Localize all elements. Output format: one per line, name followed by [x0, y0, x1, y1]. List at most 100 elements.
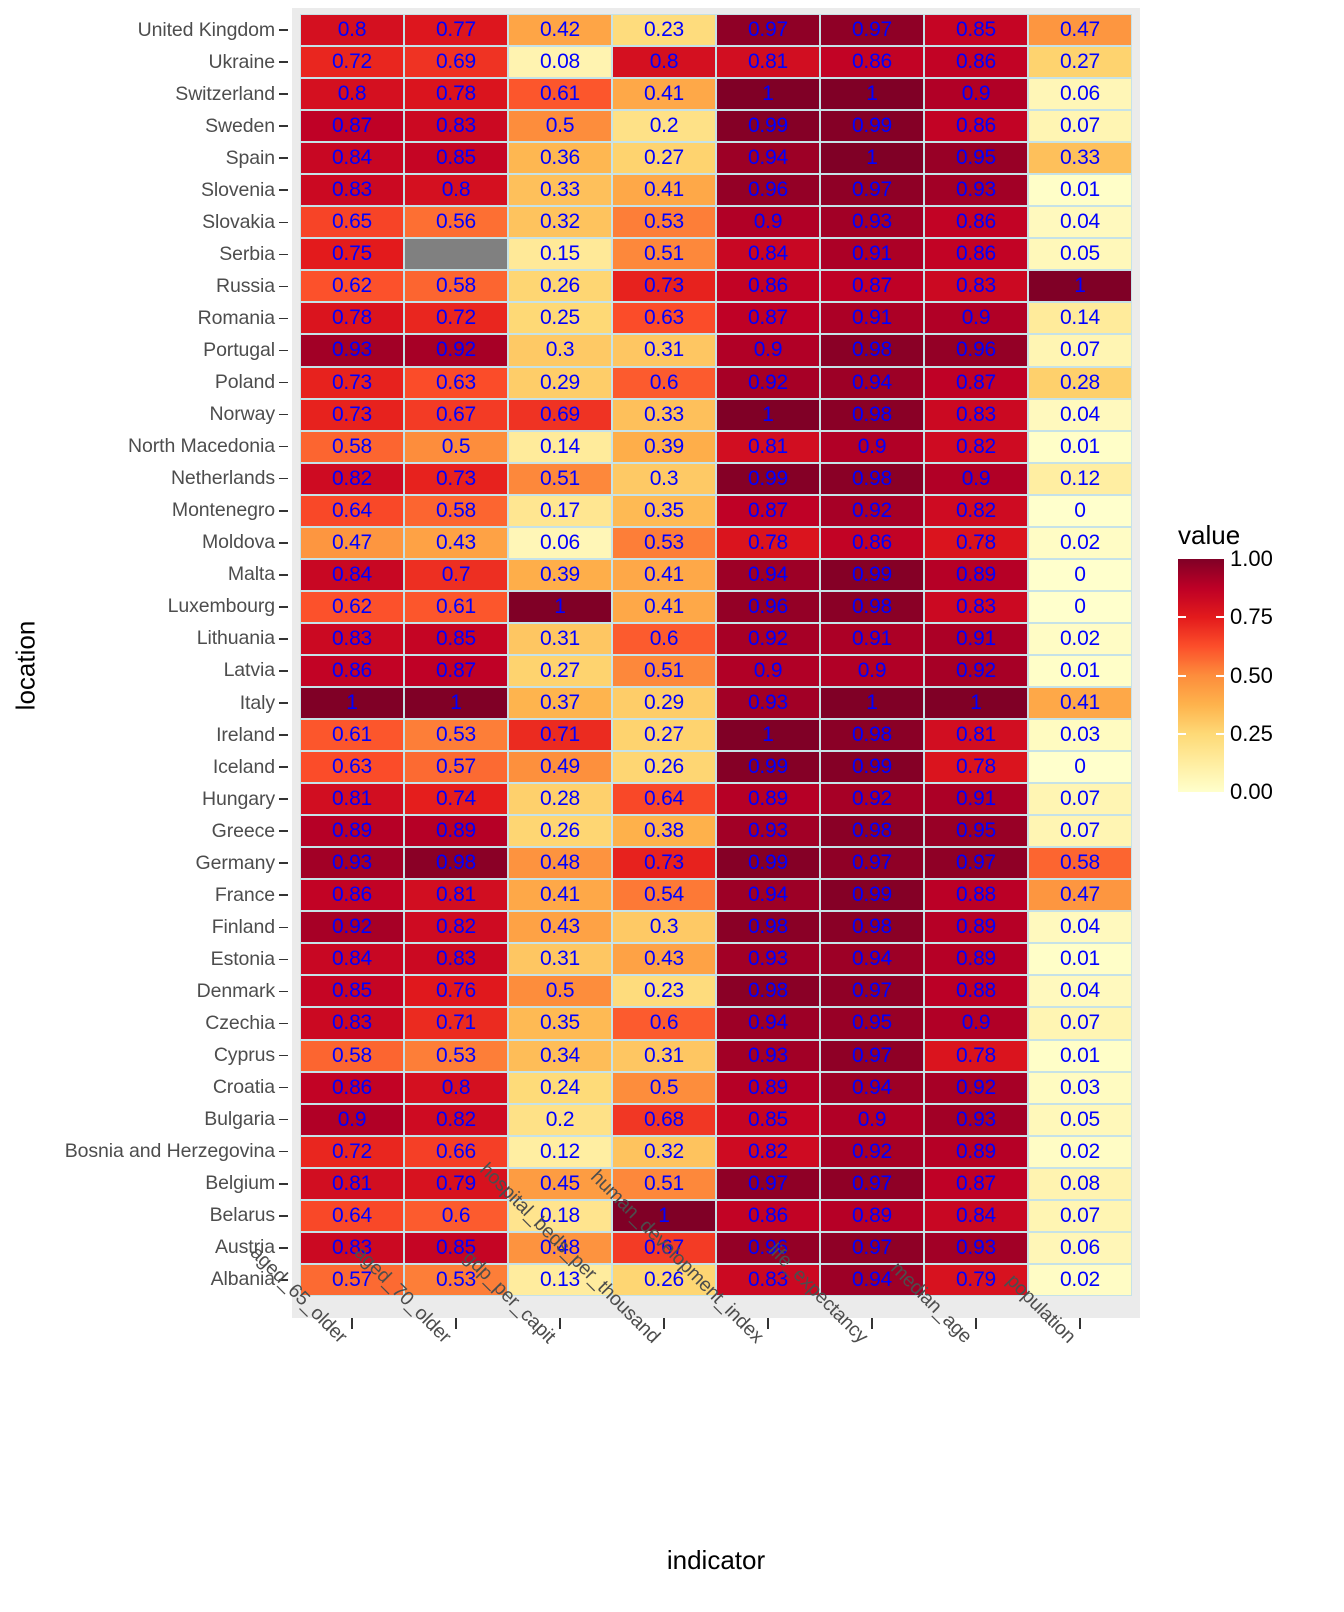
heatmap-cell: 0.86: [820, 526, 924, 559]
y-axis-tick-label: Ireland: [0, 719, 292, 751]
heatmap-cell-value: 0.31: [539, 626, 581, 650]
heatmap-cell-value: 0.86: [955, 50, 997, 74]
heatmap-cell-value: 0.5: [545, 979, 575, 1003]
y-axis-tick-mark: [279, 381, 288, 384]
heatmap-cell: 0.97: [820, 174, 924, 207]
heatmap-cell-value: 0.87: [435, 658, 477, 682]
heatmap-cell-value: 0.65: [331, 210, 373, 234]
heatmap-cell: 0.65: [300, 206, 404, 239]
heatmap-cell: 0.02: [1028, 1263, 1132, 1296]
legend-tick-mark: [1178, 616, 1186, 619]
heatmap-cell: 0.01: [1028, 174, 1132, 207]
y-axis-tick-mark: [279, 638, 288, 640]
y-axis-tick-label: United Kingdom: [0, 14, 292, 46]
y-axis-tick-mark: [279, 189, 288, 192]
y-axis-tick-label: Malta: [0, 559, 292, 591]
y-axis-tick-label: Moldova: [0, 527, 292, 559]
heatmap-cell-value: 0.06: [539, 530, 581, 554]
heatmap-cell-value: 0.98: [747, 979, 789, 1003]
heatmap-cell: 0.94: [716, 558, 820, 591]
heatmap-cell: 0.35: [612, 494, 716, 527]
y-axis-tick-labels: United Kingdom Ukraine Switzerland Sweden Sp…: [0, 14, 292, 1296]
heatmap-cell: 0.91: [820, 238, 924, 271]
heatmap-cell-value: 0.29: [539, 370, 581, 394]
heatmap-cell: 0.73: [404, 462, 508, 495]
heatmap-cell-value: 0.83: [435, 947, 477, 971]
heatmap-cell-value: 0.25: [539, 306, 581, 330]
heatmap-cell: 0.61: [404, 590, 508, 623]
heatmap-cell-value: 0.79: [955, 1267, 997, 1291]
heatmap-cell-value: 0.83: [331, 178, 373, 202]
heatmap-cell-value: 0.88: [955, 883, 997, 907]
heatmap-cell-value: 0.89: [955, 562, 997, 586]
heatmap-cell: 0.88: [924, 879, 1028, 912]
heatmap-cell: 0.57: [404, 751, 508, 784]
heatmap-cell-value: 0.99: [747, 466, 789, 490]
heatmap-cell: 0.89: [716, 1071, 820, 1104]
heatmap-cell-value: 0.92: [747, 626, 789, 650]
heatmap-cell: 0.64: [300, 1199, 404, 1232]
heatmap-cell: 0.08: [508, 46, 612, 79]
heatmap-cell-value: 0.26: [643, 755, 685, 779]
heatmap-cell: 0.5: [404, 430, 508, 463]
y-axis-tick-label-text: United Kingdom: [137, 18, 275, 41]
heatmap-cell: 0.17: [508, 494, 612, 527]
heatmap-cell: 0.99: [716, 462, 820, 495]
heatmap-cell-value: 0.93: [331, 338, 373, 362]
y-axis-tick-label-text: Slovakia: [202, 210, 275, 233]
heatmap-cell: 0.53: [612, 526, 716, 559]
heatmap-cell: 0.83: [404, 943, 508, 976]
heatmap-cell: 0.91: [924, 622, 1028, 655]
heatmap-cell: 1: [1028, 270, 1132, 303]
heatmap-cell-value: 0.17: [539, 498, 581, 522]
heatmap-cell: 0.32: [508, 206, 612, 239]
heatmap-cell-value: 0.54: [643, 883, 685, 907]
heatmap-cell-value: 0.93: [955, 1107, 997, 1131]
heatmap-cell: 0.04: [1028, 398, 1132, 431]
heatmap-cell-value: 0.95: [955, 146, 997, 170]
y-axis-tick-label: Slovenia: [0, 174, 292, 206]
heatmap-cell-value: 0.32: [643, 1139, 685, 1163]
heatmap-cell: 1: [716, 398, 820, 431]
heatmap-cell: 0.98: [820, 911, 924, 944]
heatmap-cell-value: 0.82: [747, 1139, 789, 1163]
heatmap-cell-value: 0.29: [643, 691, 685, 714]
heatmap-cell-value: 0.92: [331, 915, 373, 939]
heatmap-cell-value: 0.86: [851, 530, 893, 554]
heatmap-cell-value: 0.27: [643, 723, 685, 747]
y-axis-tick-label: Denmark: [0, 975, 292, 1007]
heatmap-cell-value: 0.94: [851, 1075, 893, 1099]
heatmap-cell: 0.29: [612, 686, 716, 720]
heatmap-cell: 0.04: [1028, 911, 1132, 944]
y-axis-tick-label-text: France: [214, 883, 275, 906]
heatmap-cell-value: 0.63: [643, 306, 685, 330]
heatmap-cell: 0.47: [300, 526, 404, 559]
y-axis-tick-label: Greece: [0, 815, 292, 847]
y-axis-tick-label: Norway: [0, 399, 292, 431]
heatmap-cell-value: 0.78: [331, 306, 373, 330]
heatmap-cell-value: 0.35: [643, 498, 685, 522]
x-axis-tick-mark-line: [975, 1318, 977, 1329]
heatmap-cell: 0.82: [716, 1135, 820, 1168]
y-axis-tick-label-text: Spain: [225, 146, 275, 169]
heatmap-cell: 0.51: [612, 654, 716, 687]
heatmap-cell-value: 0.63: [331, 755, 373, 779]
heatmap-cell-value: 0.2: [545, 1107, 575, 1131]
heatmap-cell: 0.8: [300, 78, 404, 111]
y-axis-tick-label: Finland: [0, 911, 292, 943]
y-axis-tick-mark: [279, 1247, 288, 1249]
heatmap-cell: 0.32: [612, 1135, 716, 1168]
heatmap-cell-value: 0.82: [435, 1107, 477, 1131]
heatmap-cell-value: 0.37: [539, 691, 581, 714]
heatmap-cell: 0.87: [924, 1167, 1028, 1200]
heatmap-cell-value: 0.42: [539, 18, 581, 42]
heatmap-cell: 0.92: [820, 783, 924, 816]
heatmap-cell: 0.2: [612, 110, 716, 143]
heatmap-cell-value: 0.62: [331, 274, 373, 298]
heatmap-cell: 0.78: [924, 1039, 1028, 1072]
heatmap-cell: 0.73: [300, 366, 404, 399]
heatmap-cell: 0.53: [612, 206, 716, 239]
y-axis-tick-mark: [279, 734, 288, 736]
heatmap-cell: 0.92: [820, 494, 924, 527]
heatmap-cell: 0.58: [404, 494, 508, 527]
